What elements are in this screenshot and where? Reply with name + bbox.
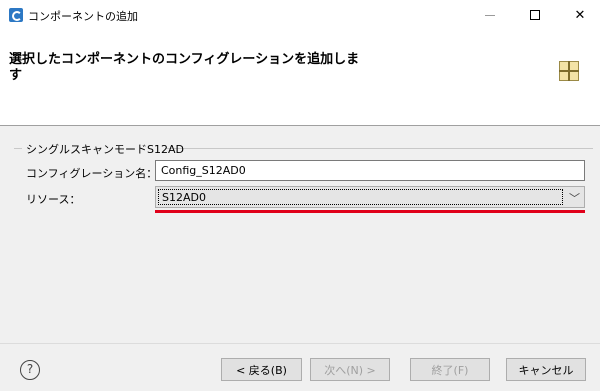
- component-icon: [559, 61, 579, 81]
- close-icon: ✕: [574, 7, 586, 23]
- close-button[interactable]: ✕: [558, 0, 600, 30]
- back-button[interactable]: < 戻る(B): [221, 358, 302, 381]
- help-icon[interactable]: ?: [20, 360, 40, 380]
- minimize-button[interactable]: [468, 0, 512, 30]
- app-icon: [9, 8, 23, 22]
- resource-value: S12AD0: [158, 189, 563, 205]
- resource-label: リソース：: [26, 193, 81, 206]
- config-name-field[interactable]: Config_S12AD0: [155, 160, 585, 181]
- config-name-value: Config_S12AD0: [161, 164, 246, 177]
- finish-button[interactable]: 終了(F): [410, 358, 490, 381]
- group-border: [165, 148, 593, 149]
- resource-dropdown[interactable]: S12AD0 ﹀: [155, 186, 585, 208]
- highlight-underline: [155, 210, 585, 213]
- config-name-label: コンフィグレーション名：: [26, 167, 158, 180]
- header-divider: [0, 125, 600, 126]
- next-button[interactable]: 次へ(N) >: [310, 358, 390, 381]
- minimize-icon: [485, 14, 495, 16]
- footer-divider: [0, 343, 600, 344]
- maximize-button[interactable]: [513, 0, 557, 30]
- page-title: 選択したコンポーネントのコンフィグレーションを追加します: [9, 52, 360, 83]
- maximize-icon: [530, 10, 540, 20]
- group-border: [14, 148, 22, 149]
- title-bar: コンポーネントの追加 ✕: [0, 0, 600, 30]
- chevron-down-icon[interactable]: ﹀: [569, 190, 580, 206]
- group-title: シングルスキャンモードS12AD: [26, 143, 184, 156]
- cancel-button[interactable]: キャンセル: [506, 358, 586, 381]
- window-title: コンポーネントの追加: [28, 10, 138, 23]
